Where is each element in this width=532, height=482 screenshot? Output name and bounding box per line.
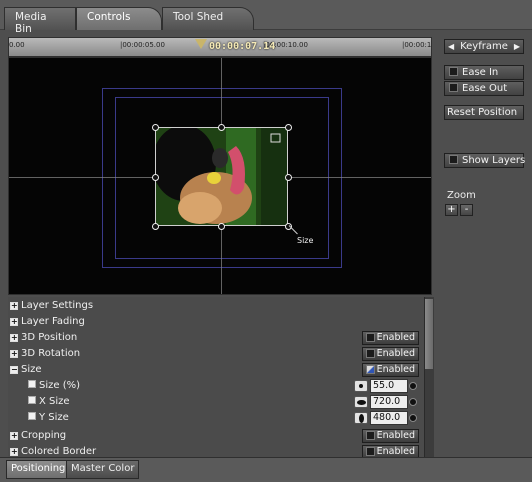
3d-position-enabled-toggle[interactable]: Enabled <box>362 331 419 345</box>
property-row-cropping[interactable]: + Cropping Enabled <box>8 428 424 444</box>
x-size-checkbox[interactable] <box>28 396 36 404</box>
tab-controls[interactable]: Controls <box>76 7 162 30</box>
horizontal-scale-icon[interactable] <box>354 396 368 408</box>
resize-handle-top[interactable] <box>218 124 225 131</box>
ease-out-label: Ease Out <box>462 83 508 94</box>
property-list: + Layer Settings + Layer Fading +3D Positi… <box>8 297 424 457</box>
property-row-x-size[interactable]: X Size 720.0 <box>8 394 424 410</box>
size-percent-checkbox[interactable] <box>28 380 36 388</box>
size-percent-field[interactable]: 55.0 <box>370 379 408 393</box>
property-row-size[interactable]: − Size Enabled <box>8 362 424 378</box>
ease-out-toggle[interactable]: Ease Out <box>444 81 524 96</box>
ruler-tick-label: |00:00:1 <box>402 41 432 49</box>
preview-viewer[interactable]: Size <box>8 57 432 295</box>
property-row-colored-border[interactable]: + Colored Border Enabled <box>8 444 424 457</box>
ease-in-checkbox-icon <box>449 67 458 76</box>
tab-positioning[interactable]: Positioning <box>6 460 71 479</box>
show-layers-label: Show Layers <box>462 155 526 166</box>
tab-tool-shed[interactable]: Tool Shed <box>162 7 254 30</box>
size-enabled-toggle[interactable]: Enabled <box>362 363 419 377</box>
property-label: Size <box>21 364 42 375</box>
property-label: X Size <box>39 396 70 407</box>
show-layers-toggle[interactable]: Show Layers <box>444 153 526 168</box>
keyframe-dot-icon[interactable] <box>409 398 417 406</box>
tab-media-bin[interactable]: Media Bin <box>4 7 76 35</box>
keyframe-dot-icon[interactable] <box>409 382 417 390</box>
vertical-scale-icon[interactable] <box>354 412 368 424</box>
ease-in-toggle[interactable]: Ease In <box>444 65 524 80</box>
top-tab-bar: Media Bin Controls Tool Shed <box>0 0 532 35</box>
property-label: Cropping <box>21 430 67 441</box>
expand-icon[interactable]: + <box>10 334 18 342</box>
y-size-field[interactable]: 480.0 <box>370 411 408 425</box>
resize-handle-bottom-left[interactable] <box>152 223 159 230</box>
property-label: Size (%) <box>39 380 81 391</box>
expand-icon[interactable]: + <box>10 432 18 440</box>
enabled-label: Enabled <box>376 446 415 457</box>
checkbox-icon <box>366 333 375 342</box>
property-label: Y Size <box>39 412 69 423</box>
bottom-tab-bar: Positioning Master Color <box>0 457 532 482</box>
expand-icon[interactable]: + <box>10 350 18 358</box>
zoom-in-button[interactable]: + <box>445 204 458 216</box>
property-label: Layer Settings <box>21 300 94 311</box>
current-timecode: 00:00:07.14 <box>209 41 276 52</box>
scrollbar-thumb[interactable] <box>425 299 433 369</box>
ruler-tick-label: 0.00 <box>9 41 25 49</box>
enabled-label: Enabled <box>376 364 415 375</box>
property-row-size-percent[interactable]: Size (%) 55.0 <box>8 378 424 394</box>
enabled-label: Enabled <box>376 332 415 343</box>
x-size-field[interactable]: 720.0 <box>370 395 408 409</box>
colored-border-enabled-toggle[interactable]: Enabled <box>362 445 419 457</box>
keyframe-label: Keyframe <box>460 41 508 52</box>
checkbox-icon <box>366 431 375 440</box>
uniform-scale-icon[interactable] <box>354 380 368 392</box>
property-label: Layer Fading <box>21 316 85 327</box>
property-label: Colored Border <box>21 446 97 457</box>
show-layers-checkbox-icon <box>449 155 458 164</box>
property-label: 3D Rotation <box>21 348 81 359</box>
size-handle-label: Size <box>297 236 314 245</box>
collapse-icon[interactable]: − <box>10 366 18 374</box>
checkbox-icon <box>366 349 375 358</box>
property-row-3d-position[interactable]: +3D Position Enabled <box>8 330 424 346</box>
property-row-3d-rotation[interactable]: +3D Rotation Enabled <box>8 346 424 362</box>
zoom-label: Zoom <box>447 190 476 201</box>
playhead-marker[interactable] <box>195 39 207 49</box>
keyframe-navigator[interactable]: ◀ Keyframe ▶ <box>444 39 524 54</box>
property-row-layer-fading[interactable]: + Layer Fading <box>8 314 424 330</box>
enabled-label: Enabled <box>376 348 415 359</box>
property-row-y-size[interactable]: Y Size 480.0 <box>8 410 424 426</box>
zoom-out-button[interactable]: - <box>460 204 473 216</box>
expand-icon[interactable]: + <box>10 302 18 310</box>
resize-handle-right[interactable] <box>285 174 292 181</box>
keyframe-dot-icon[interactable] <box>409 414 417 422</box>
y-size-checkbox[interactable] <box>28 412 36 420</box>
side-controls: ◀ Keyframe ▶ Ease In Ease Out Reset Posi… <box>436 30 532 456</box>
ease-in-label: Ease In <box>462 67 499 78</box>
timeline-ruler[interactable]: 0.00 |00:00:05.00 |00:00:10.00 |00:00:1 … <box>8 37 432 57</box>
enabled-label: Enabled <box>376 430 415 441</box>
cropping-enabled-toggle[interactable]: Enabled <box>362 429 419 443</box>
checkbox-icon <box>366 447 375 456</box>
expand-icon[interactable]: + <box>10 318 18 326</box>
resize-handle-top-left[interactable] <box>152 124 159 131</box>
checked-checkbox-icon <box>366 365 375 374</box>
resize-handle-left[interactable] <box>152 174 159 181</box>
property-row-layer-settings[interactable]: + Layer Settings <box>8 298 424 314</box>
previous-keyframe-icon[interactable]: ◀ <box>448 40 454 53</box>
ruler-tick-label: |00:00:05.00 <box>120 41 165 49</box>
ease-out-checkbox-icon <box>449 83 458 92</box>
tab-master-color[interactable]: Master Color <box>66 460 140 479</box>
reset-position-button[interactable]: Reset Position <box>444 105 524 120</box>
property-label: 3D Position <box>21 332 78 343</box>
next-keyframe-icon[interactable]: ▶ <box>514 40 520 53</box>
video-clip-frame[interactable] <box>155 127 288 226</box>
resize-handle-top-right[interactable] <box>285 124 292 131</box>
expand-icon[interactable]: + <box>10 448 18 456</box>
3d-rotation-enabled-toggle[interactable]: Enabled <box>362 347 419 361</box>
resize-handle-bottom[interactable] <box>218 223 225 230</box>
clip-image <box>156 128 287 225</box>
